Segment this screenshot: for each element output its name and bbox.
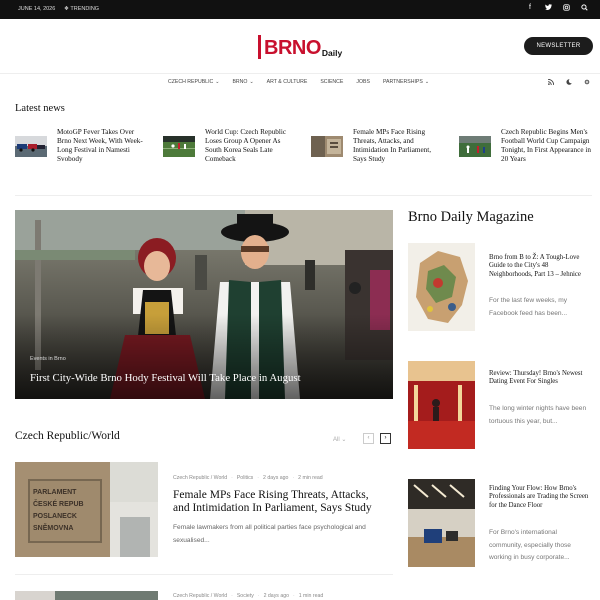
rss-icon[interactable] — [547, 78, 555, 87]
chevron-down-icon: ⌄ — [249, 79, 254, 85]
magazine-item-image[interactable] — [408, 479, 475, 567]
trending-link[interactable]: ❖ TRENDING — [64, 6, 99, 12]
article-title[interactable]: Female MPs Face Rising Threats, Attacks,… — [173, 489, 388, 515]
next-page-button[interactable]: › — [380, 433, 391, 444]
article-excerpt: Female lawmakers from all political part… — [173, 524, 366, 544]
site-logo[interactable]: BRNO Daily — [258, 35, 342, 59]
article-subcategory[interactable]: Politics — [237, 475, 253, 481]
nav-item-brno[interactable]: BRNO ⌄ — [232, 79, 253, 85]
latest-thumb-world-cup — [459, 136, 491, 157]
latest-item-title[interactable]: MotoGP Fever Takes Over Brno Next Week, … — [57, 128, 149, 164]
chevron-left-icon: ‹ — [367, 435, 370, 441]
article-meta: Czech Republic / World · Society · 2 days … — [173, 593, 324, 599]
latest-thumb-parliament — [311, 136, 343, 157]
article-time: 2 days ago — [263, 475, 289, 481]
nav-item-czech-republic[interactable]: CZECH REPUBLIC ⌄ — [168, 79, 219, 85]
current-date: JUNE 14, 2026 — [18, 6, 56, 12]
chevron-down-icon: ⌄ — [341, 437, 347, 443]
top-bar: JUNE 14, 2026 ❖ TRENDING f — [0, 0, 600, 19]
magazine-item-title[interactable]: Review: Thursday! Brno's Newest Dating E… — [489, 370, 589, 387]
chevron-down-icon: ⌄ — [215, 79, 220, 85]
magazine-item-image[interactable] — [408, 243, 475, 331]
svg-text:SNĚMOVNA: SNĚMOVNA — [33, 523, 73, 532]
magazine-item-excerpt: For the last few weeks, my Facebook feed… — [489, 297, 568, 317]
search-icon[interactable] — [580, 4, 588, 13]
social-icons: f — [526, 4, 588, 13]
czech-world-heading[interactable]: Czech Republic/World — [15, 430, 120, 442]
svg-text:ČESKÉ REPUB: ČESKÉ REPUB — [33, 499, 84, 508]
logo-bar — [258, 35, 261, 59]
settings-icon[interactable] — [584, 79, 590, 87]
latest-item-title[interactable]: World Cup: Czech Republic Loses Group A … — [205, 128, 297, 164]
main-nav: CZECH REPUBLIC ⌄ BRNO ⌄ ART & CULTURE SCIE… — [0, 74, 600, 91]
hero-image[interactable] — [15, 210, 393, 399]
instagram-icon[interactable] — [562, 4, 570, 13]
nav-item-science[interactable]: SCIENCE — [320, 79, 343, 85]
article-meta: Czech Republic / World · Politics · 2 days… — [173, 475, 323, 481]
prev-page-button[interactable]: ‹ — [363, 433, 374, 444]
magazine-item-image[interactable] — [408, 361, 475, 449]
article-image[interactable]: PARLAMENT ČESKÉ REPUB POSLANECK SNĚMOVNA — [15, 462, 158, 557]
latest-item-title[interactable]: Female MPs Face Rising Threats, Attacks,… — [353, 128, 445, 164]
magazine-item-title[interactable]: Brno from B to Ž: A Tough-Love Guide to … — [489, 254, 589, 279]
article-time: 2 days ago — [263, 593, 289, 599]
article-read-time: 1 min read — [298, 593, 324, 599]
article-subcategory[interactable]: Society — [237, 593, 254, 599]
facebook-icon[interactable]: f — [526, 4, 534, 13]
article-image[interactable] — [15, 589, 158, 600]
newsletter-button[interactable]: NEWSLETTER — [524, 37, 593, 55]
nav-item-art-culture[interactable]: ART & CULTURE — [267, 79, 308, 85]
logo-brno: BRNO — [264, 37, 321, 59]
latest-news-list: MotoGP Fever Takes Over Brno Next Week, … — [15, 128, 595, 168]
divider — [15, 195, 592, 196]
nav-item-jobs[interactable]: JOBS — [356, 79, 370, 85]
divider — [15, 574, 393, 575]
latest-item-title[interactable]: Czech Republic Begins Men's Football Wor… — [501, 128, 593, 164]
hero-title[interactable]: First City-Wide Brno Hody Festival Will … — [30, 372, 301, 384]
latest-news-heading: Latest news — [15, 103, 65, 114]
article-category[interactable]: Czech Republic / World — [173, 593, 227, 599]
logo-daily: Daily — [321, 48, 343, 58]
chevron-down-icon: ⌄ — [424, 79, 430, 85]
category-filter[interactable]: All ⌄ — [333, 436, 346, 443]
svg-text:POSLANECK: POSLANECK — [33, 513, 77, 520]
twitter-icon[interactable] — [544, 4, 552, 13]
article-category[interactable]: Czech Republic / World — [173, 475, 227, 481]
magazine-item-excerpt: For Brno's international community, espe… — [489, 529, 571, 561]
svg-text:PARLAMENT: PARLAMENT — [33, 489, 77, 496]
magazine-item-excerpt: The long winter nights have been tortuou… — [489, 405, 587, 425]
dark-mode-icon[interactable] — [566, 79, 572, 87]
article-read-time: 2 min read — [298, 475, 323, 481]
site-header: BRNO Daily NEWSLETTER — [0, 19, 600, 74]
latest-thumb-football — [163, 136, 195, 157]
latest-thumb-motogp — [15, 136, 47, 157]
hero-category[interactable]: Events in Brno — [30, 356, 66, 362]
nav-item-partnerships[interactable]: PARTNERSHIPS ⌄ — [383, 79, 429, 85]
magazine-heading[interactable]: Brno Daily Magazine — [408, 209, 534, 226]
magazine-item-title[interactable]: Finding Your Flow: How Brno's Profession… — [489, 485, 589, 510]
chevron-right-icon: › — [384, 435, 387, 441]
